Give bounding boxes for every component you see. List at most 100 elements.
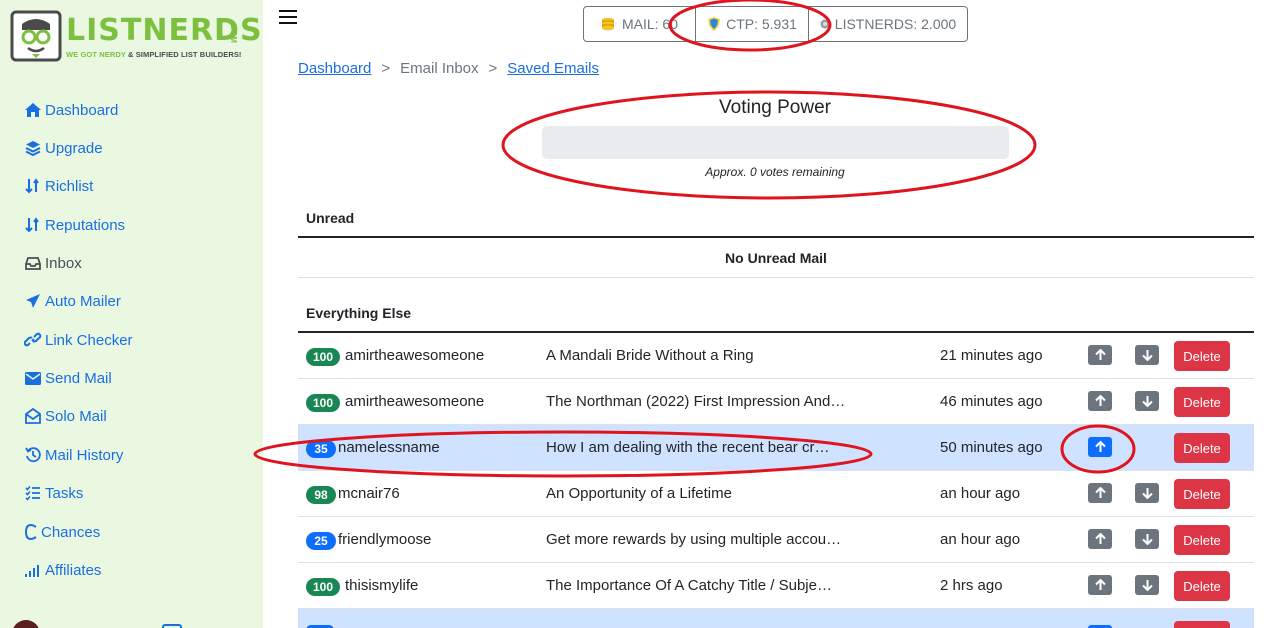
arrow-up-icon [1094,349,1106,361]
logo-tagline-a: WE GOT NERDY [66,50,128,59]
listnerds-logo[interactable]: LISTNERDS .COM WE GOT NERDY & SIMPLIFIED… [10,10,262,64]
sidebar-item-link-checker[interactable]: Link Checker [24,328,133,352]
delete-button[interactable]: Delete [1174,525,1230,555]
sender-name[interactable]: namelessname [338,439,440,456]
sidebar-item-label: Dashboard [45,101,119,119]
downvote-button[interactable] [1135,575,1159,595]
sidebar-item-label: Chances [41,523,101,541]
table-row[interactable]: 100 thisismylife The Importance Of A Catch… [298,563,1254,609]
arrow-up-icon [1094,487,1106,499]
signal-icon [24,561,42,579]
breadcrumb: Dashboard > Email Inbox > Saved Emails [298,60,599,77]
upvote-button[interactable] [1088,575,1112,595]
email-time: an hour ago [940,485,1021,502]
sidebar-item-chances[interactable]: Chances [24,520,100,544]
everything-else-title: Everything Else [306,305,412,321]
sender-name[interactable]: amirtheawesomeone [345,393,484,410]
arrow-down-icon [1141,349,1153,361]
downvote-button[interactable] [1135,483,1159,503]
balance-bar: MAIL: 60 CTP: 5.931 LISTNERDS: 2.000 [583,6,968,42]
sender-name[interactable]: mcnair76 [338,485,400,502]
sender-name[interactable]: thisismylife [345,577,418,594]
upvote-button[interactable] [1088,483,1112,503]
coins-icon [601,17,617,31]
sidebar-item-label: Inbox [45,254,82,272]
menu-toggle-icon[interactable] [279,10,297,26]
email-time: 50 minutes ago [940,439,1043,456]
sidebar-item-affiliates[interactable]: Affiliates [24,558,101,582]
table-row[interactable]: 100 amirtheawesomeone The Northman (2022) … [298,379,1254,425]
email-subject[interactable]: How I am dealing with the recent bear cr… [546,439,829,456]
ctp-balance[interactable]: CTP: 5.931 [696,7,809,41]
table-row[interactable]: 35 namelessname How I am dealing with the … [298,425,1254,471]
ctp-shield-icon [707,17,721,31]
sidebar-item-label: Solo Mail [45,407,107,425]
email-subject[interactable]: Get more rewards by using multiple accou… [546,531,841,548]
sidebar-item-richlist[interactable]: Richlist [24,174,93,198]
table-row[interactable]: 100 amirtheawesomeone A Mandali Bride With… [298,333,1254,379]
mail-balance-tail: 0 [670,16,679,32]
sort-icon [24,216,42,234]
delete-button[interactable]: Delete [1174,479,1230,509]
breadcrumb-dashboard-link[interactable]: Dashboard [298,60,371,77]
envelope-open-icon [24,407,42,425]
score-badge: 100 [306,348,341,366]
voting-power-note: Approx. 0 votes remaining [705,165,845,179]
sidebar-item-reputations[interactable]: Reputations [24,213,125,237]
arrow-up-icon [1094,579,1106,591]
delete-button[interactable]: Delete [1174,387,1230,417]
upvote-button[interactable] [1088,345,1112,365]
sender-name[interactable]: amirtheawesomeone [345,347,484,364]
arrow-up-icon [1094,441,1106,453]
downvote-button[interactable] [1135,529,1159,549]
breadcrumb-current: Email Inbox [400,60,479,77]
sidebar-item-solo-mail[interactable]: Solo Mail [24,404,107,428]
avatar[interactable] [12,620,40,628]
delete-button[interactable]: Delete [1174,341,1230,371]
table-row[interactable]: 25 friendlymoose Get more rewards by using… [298,517,1254,563]
table-row-partial[interactable] [298,609,1254,628]
email-subject[interactable]: An Opportunity of a Lifetime [546,485,732,502]
listnerds-balance[interactable]: LISTNERDS: 2.000 [809,7,967,41]
email-subject[interactable]: The Northman (2022) First Impression And… [546,393,845,410]
table-row[interactable]: 98 mcnair76 An Opportunity of a Lifetime an… [298,471,1254,517]
upvote-button[interactable] [1088,437,1112,457]
sidebar-item-send-mail[interactable]: Send Mail [24,366,112,390]
email-subject[interactable]: A Mandali Bride Without a Ring [546,347,754,364]
breadcrumb-separator: > [488,60,498,77]
sidebar-item-inbox[interactable]: Inbox [24,251,82,275]
email-time: 21 minutes ago [940,347,1043,364]
upvote-button[interactable] [1088,391,1112,411]
upvote-button[interactable] [1088,529,1112,549]
downvote-button[interactable] [1135,391,1159,411]
ctp-balance-value: CTP: 5.931 [726,16,797,32]
logo-tagline-b: & SIMPLIFIED LIST BUILDERS! [128,50,242,59]
listnerds-token-icon [820,17,830,31]
sidebar-item-upgrade[interactable]: Upgrade [24,136,103,160]
arrow-up-icon [1094,395,1106,407]
sidebar-item-mail-history[interactable]: Mail History [24,443,123,467]
arrow-down-icon [1141,579,1153,591]
mail-balance[interactable]: MAIL: 60 [584,7,696,41]
logo-tagline: WE GOT NERDY & SIMPLIFIED LIST BUILDERS! [66,50,242,59]
unread-bottom-divider [298,277,1254,278]
breadcrumb-separator: > [381,60,391,77]
mail-balance-value: MAIL: 6 [621,16,671,32]
breadcrumb-saved-emails-link[interactable]: Saved Emails [507,60,599,77]
sort-icon [24,177,42,195]
sidebar-item-label: Link Checker [45,331,133,349]
sidebar-item-dashboard[interactable]: Dashboard [24,98,118,122]
sidebar-item-auto-mailer[interactable]: Auto Mailer [24,289,121,313]
sender-name[interactable]: friendlymoose [338,531,431,548]
sidebar-item-tasks[interactable]: Tasks [24,481,83,505]
delete-button[interactable] [1174,621,1230,628]
downvote-button[interactable] [1135,345,1159,365]
mail-table: 100 amirtheawesomeone A Mandali Bride With… [298,333,1254,628]
sidebar-item-label: Upgrade [45,139,103,157]
chat-icon[interactable] [162,624,182,628]
email-subject[interactable]: The Importance Of A Catchy Title / Subje… [546,577,832,594]
delete-button[interactable]: Delete [1174,571,1230,601]
score-badge: 100 [306,394,341,412]
layers-icon [24,139,42,157]
delete-button[interactable]: Delete [1174,433,1230,463]
